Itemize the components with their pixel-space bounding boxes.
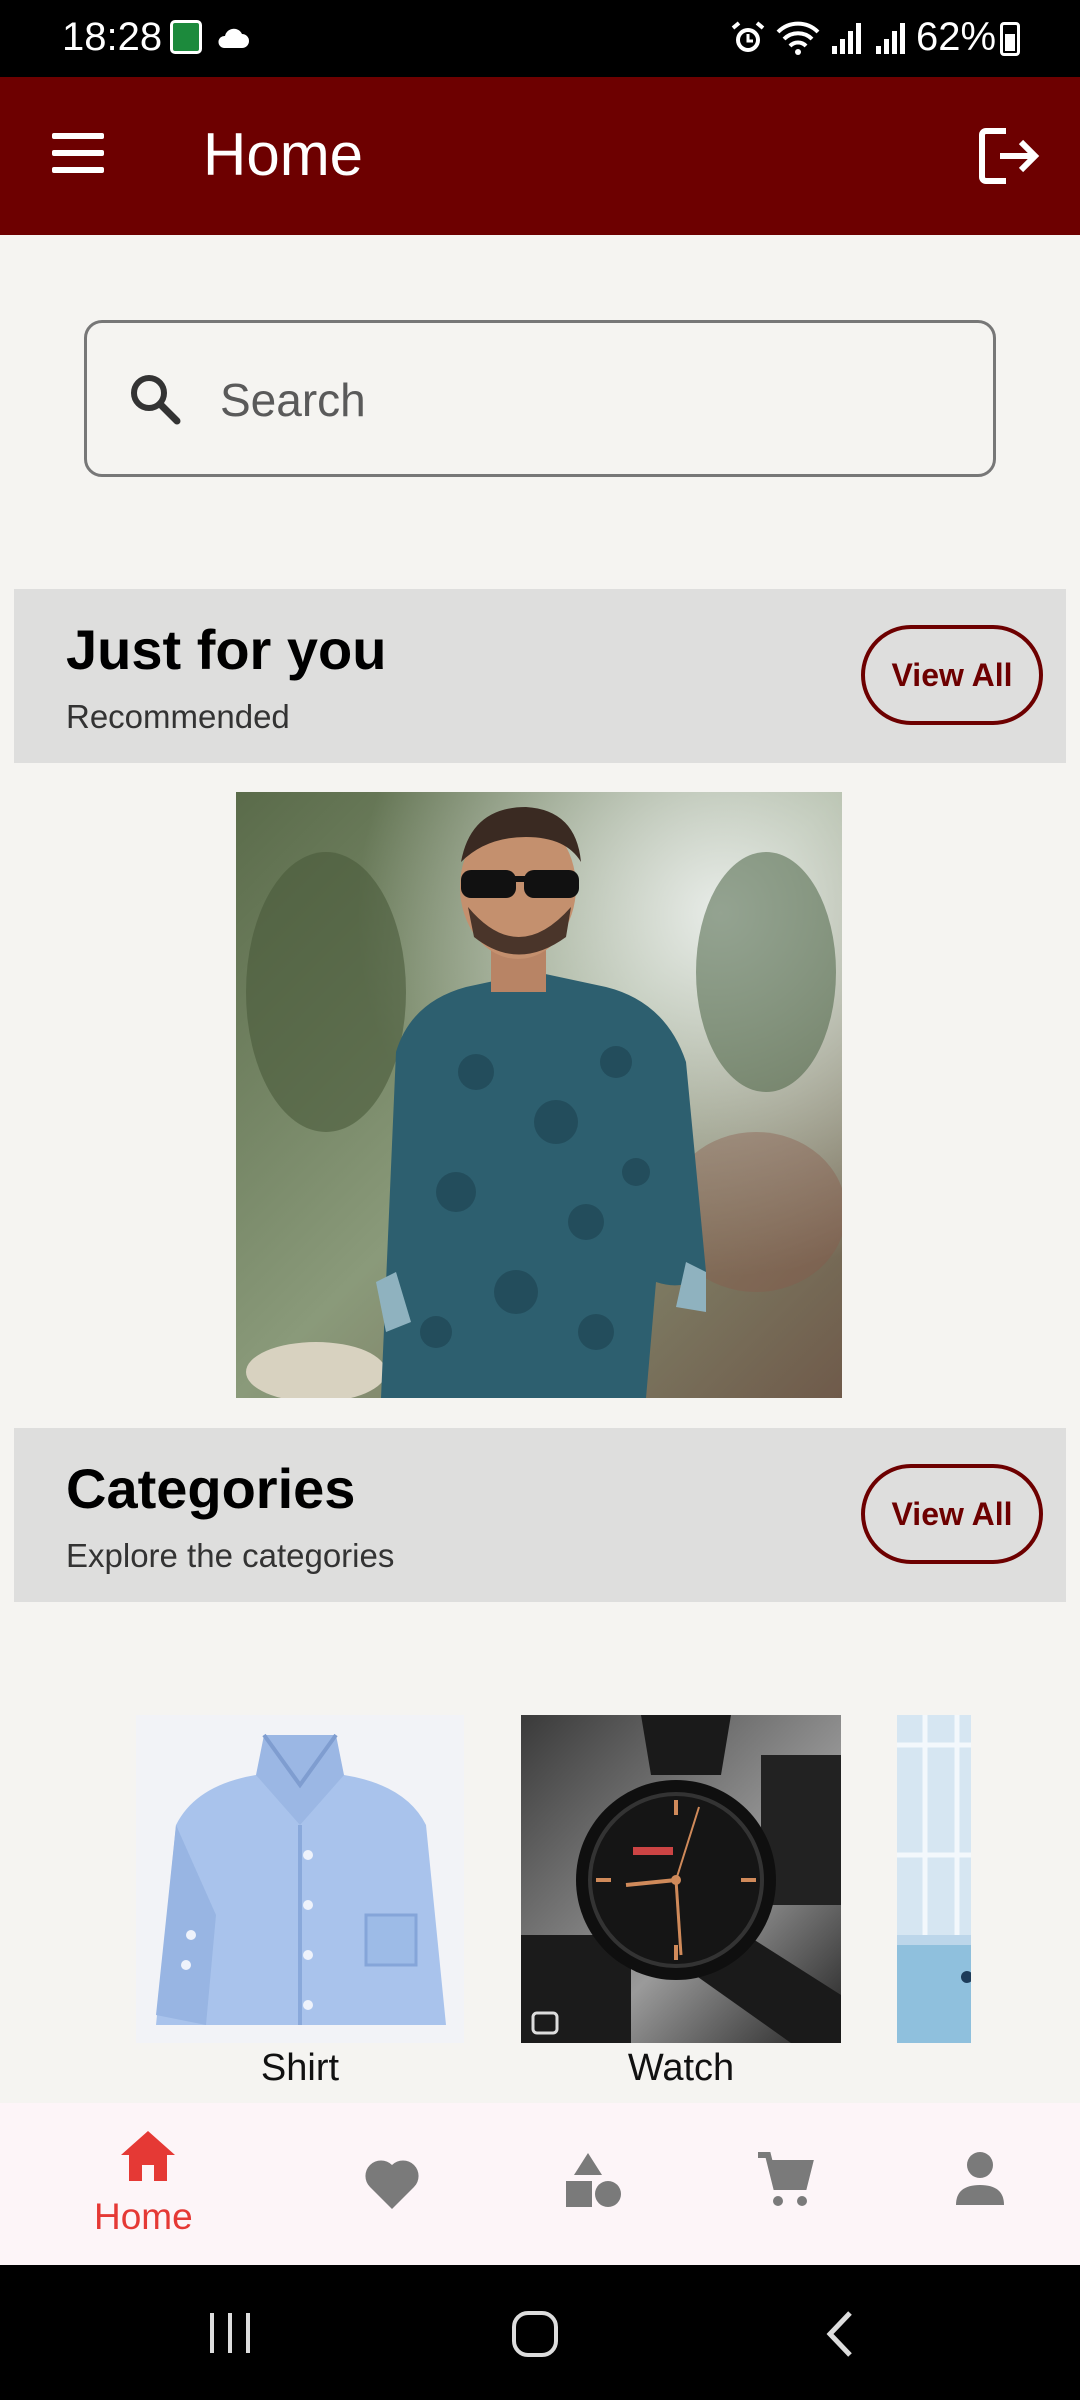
category-image	[897, 1715, 971, 2043]
battery-icon	[1000, 22, 1020, 56]
nav-item-cart[interactable]	[734, 2103, 838, 2265]
hamburger-menu-icon[interactable]	[52, 133, 104, 175]
battery-percent: 62%	[916, 15, 997, 59]
category-item-shirt[interactable]: Shirt	[136, 1715, 464, 2095]
status-bar: 18:28 62%	[0, 0, 1080, 77]
heart-icon	[365, 2160, 419, 2209]
category-item[interactable]	[897, 1715, 971, 2043]
notification-icon	[170, 20, 202, 54]
bottom-navigation: Home	[0, 2103, 1080, 2265]
status-icons	[730, 18, 908, 58]
shapes-icon	[566, 2153, 621, 2207]
search-input[interactable]	[220, 363, 960, 437]
view-all-button[interactable]: View All	[861, 625, 1043, 725]
nav-label-home: Home	[94, 2196, 193, 2237]
nav-item-profile[interactable]	[930, 2103, 1034, 2265]
just-for-you-header: Just for you Recommended View All	[14, 589, 1066, 763]
section-subtitle: Explore the categories	[66, 1537, 395, 1574]
status-time: 18:28	[62, 15, 163, 59]
categories-header: Categories Explore the categories View A…	[14, 1428, 1066, 1602]
alarm-icon	[731, 21, 765, 52]
nav-item-home[interactable]: Home	[80, 2103, 216, 2265]
cart-icon	[758, 2152, 814, 2206]
recent-apps-icon[interactable]	[206, 2309, 256, 2357]
category-image	[136, 1715, 464, 2043]
category-label: Watch	[627, 2047, 735, 2089]
section-subtitle: Recommended	[66, 698, 290, 735]
person-icon	[956, 2152, 1004, 2205]
back-icon[interactable]	[820, 2309, 860, 2359]
section-title: Just for you	[66, 618, 387, 681]
cloud-icon	[218, 28, 249, 48]
wifi-icon	[776, 21, 820, 55]
app-bar: Home	[0, 77, 1080, 235]
signal-icon	[876, 23, 905, 54]
page-title: Home	[203, 121, 364, 188]
logout-icon[interactable]	[978, 125, 1040, 187]
home-icon	[121, 2131, 175, 2181]
category-item-watch[interactable]: Watch	[521, 1715, 841, 2095]
section-title: Categories	[66, 1457, 356, 1520]
view-all-button[interactable]: View All	[861, 1464, 1043, 1564]
featured-product-image[interactable]	[236, 792, 842, 1398]
category-label: Shirt	[260, 2047, 340, 2089]
search-icon	[131, 375, 181, 425]
nav-item-favorites[interactable]	[340, 2103, 444, 2265]
nav-item-categories[interactable]	[540, 2103, 644, 2265]
search-bar[interactable]	[84, 320, 996, 477]
home-button-icon[interactable]	[510, 2309, 560, 2359]
app-root: 18:28 62% Home Search Just for you Recom…	[0, 0, 1080, 2400]
signal-icon	[832, 23, 861, 54]
system-navigation-bar	[0, 2265, 1080, 2400]
category-image	[521, 1715, 841, 2043]
